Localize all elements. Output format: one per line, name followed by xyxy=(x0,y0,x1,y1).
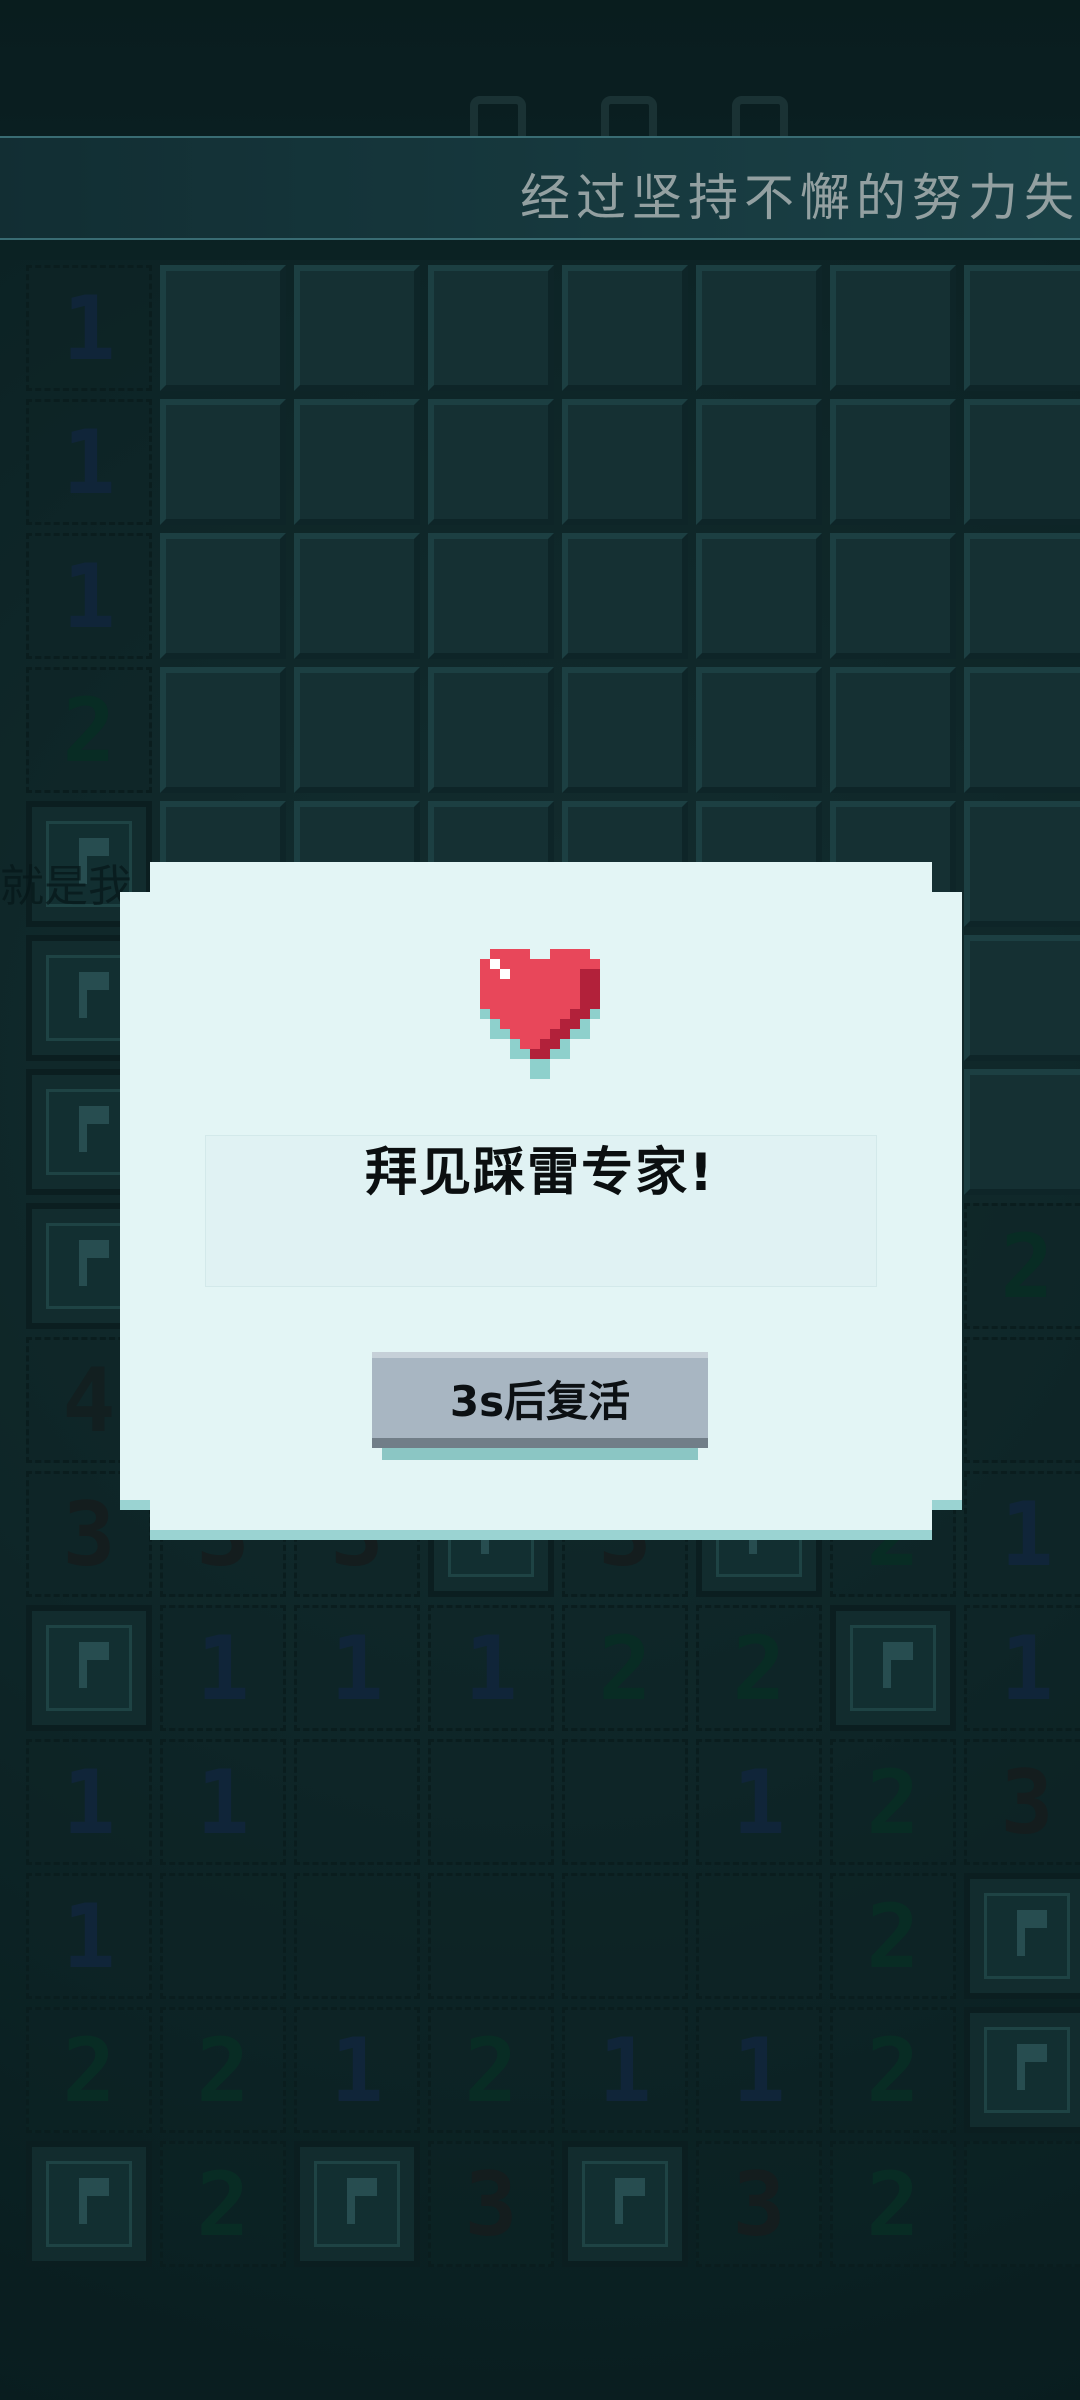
revive-button-shadow xyxy=(382,1448,698,1460)
dialog-title: 拜见踩雷专家! xyxy=(365,1143,715,1203)
revive-button[interactable]: 3s后复活 xyxy=(372,1352,708,1448)
game-screen: 经过坚持不懈的努力失 11122433332111122111123122212… xyxy=(0,0,1080,2400)
heart-icon xyxy=(480,949,600,1079)
